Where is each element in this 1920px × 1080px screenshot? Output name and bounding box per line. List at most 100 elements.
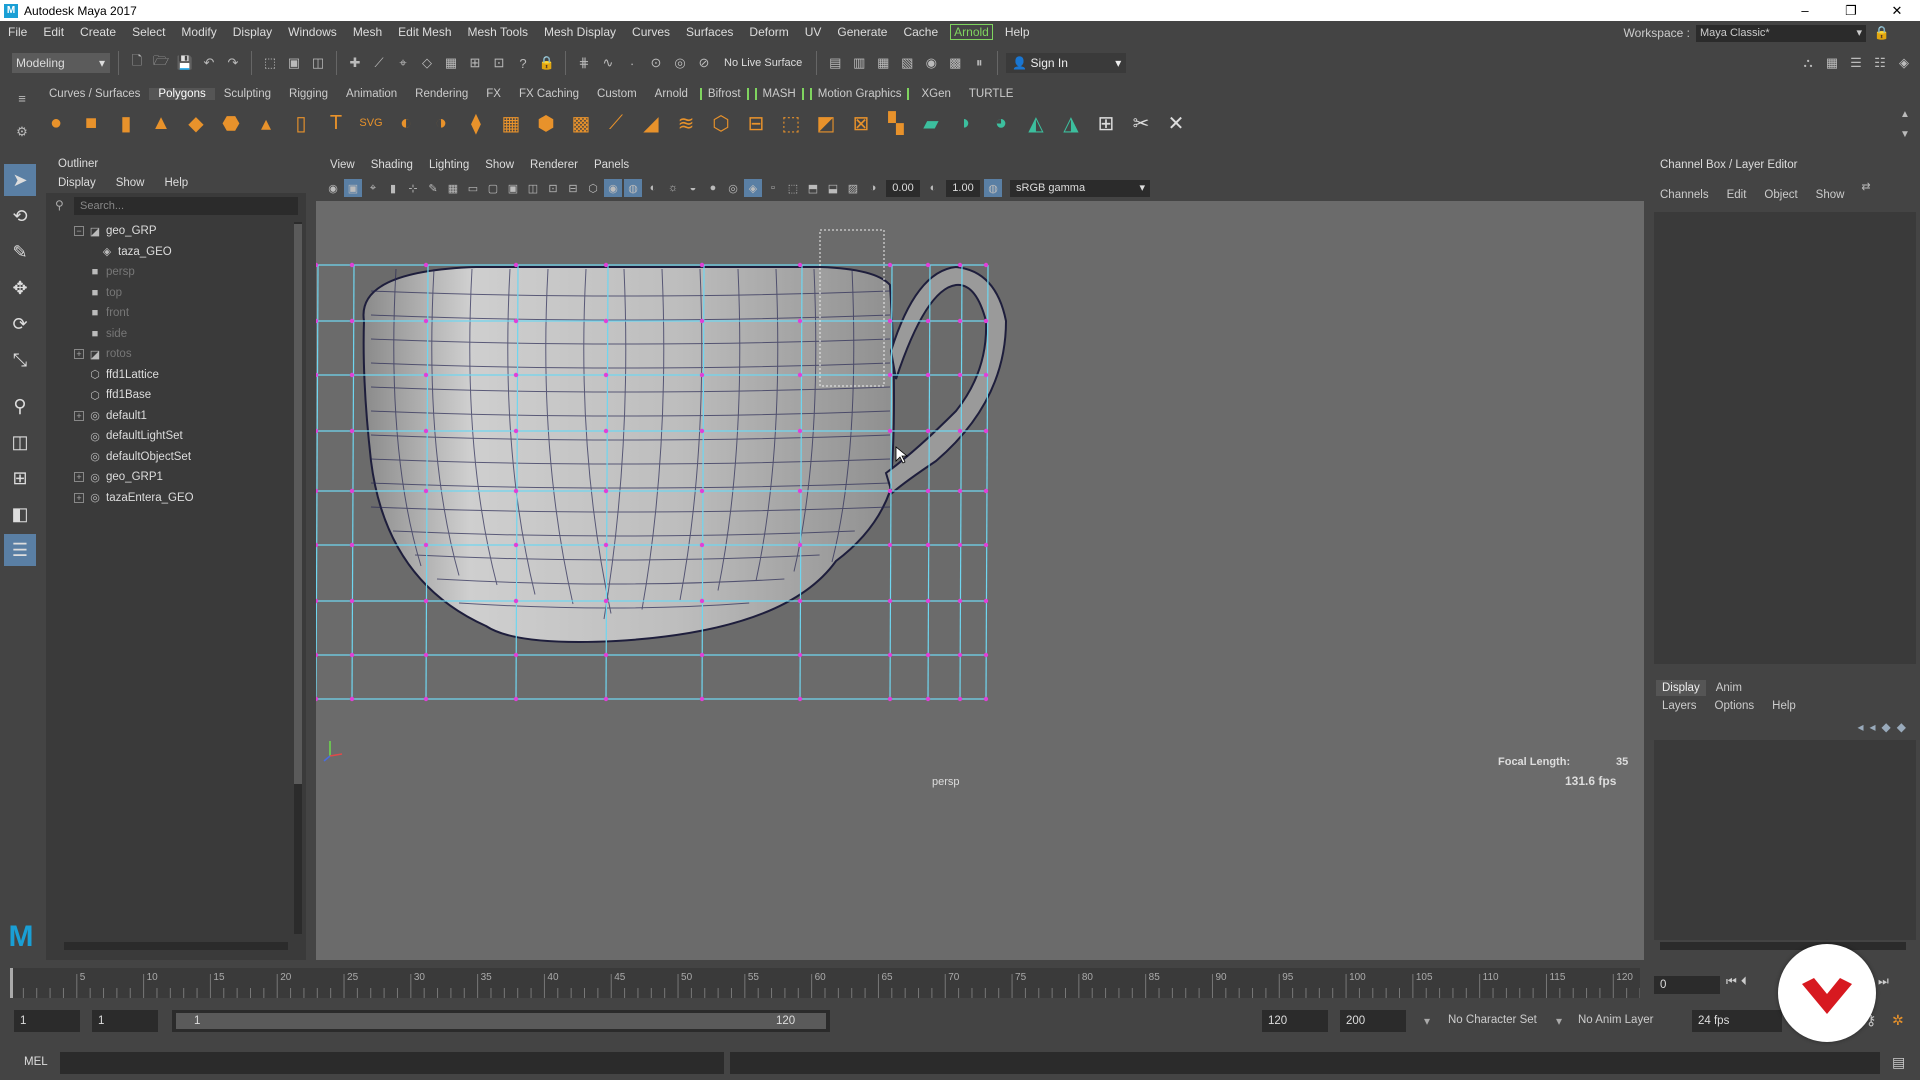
view-transform-select[interactable]: sRGB gamma	[1010, 179, 1150, 197]
outliner-item[interactable]: ◎ defaultLightSet	[46, 426, 306, 447]
show-manipulator-icon[interactable]: ⚲	[4, 390, 36, 422]
two-view-icon[interactable]: ◧	[4, 498, 36, 530]
exposure-field[interactable]: 0.00	[886, 179, 920, 197]
mask-icon[interactable]: ⌖	[393, 53, 413, 73]
outliner-item[interactable]: ⬡ ffd1Base	[46, 385, 306, 406]
move-layer-up-icon[interactable]: ◂	[1857, 720, 1863, 734]
shelf-tab-rigging[interactable]: Rigging	[280, 88, 337, 100]
shelf-tab-polygons[interactable]: Polygons	[149, 88, 215, 100]
layer-editor-icon[interactable]: ◈	[1894, 53, 1914, 73]
menu-arnold[interactable]: Arnold	[950, 24, 993, 40]
time-slider-track[interactable]: 5 10 15 20 25 30 35 40 45 50 55 60 65 70 75 80 85 90 95 100…	[10, 968, 1641, 998]
poly-torus-icon[interactable]: ⬣	[215, 107, 247, 139]
mask-icon[interactable]: ⟋	[369, 53, 389, 73]
tool-settings-icon[interactable]: ☰	[1846, 53, 1866, 73]
animation-end-field[interactable]: 200	[1340, 1010, 1406, 1032]
shelf-menu-icon[interactable]: ≡	[12, 88, 32, 108]
grease-pencil-icon[interactable]: ✎	[424, 179, 442, 197]
resolution-gate-icon[interactable]: ▢	[484, 179, 502, 197]
shelf-tab-animation[interactable]: Animation	[337, 88, 406, 100]
minimize-button[interactable]: –	[1782, 0, 1828, 21]
restore-button[interactable]: ❐	[1828, 0, 1874, 21]
expand-toggle-icon[interactable]: +	[74, 492, 84, 503]
poly-text-icon[interactable]: T	[320, 107, 352, 139]
mirror-icon[interactable]: ⧫	[460, 107, 492, 139]
channel-menu-edit[interactable]: Edit	[1727, 189, 1747, 201]
poly-plane-icon[interactable]: ◆	[180, 107, 212, 139]
shelf-tab-motion-graphics[interactable]: Motion Graphics	[809, 88, 910, 100]
fill-hole-icon[interactable]: ⬡	[705, 107, 737, 139]
viewport-menu-panels[interactable]: Panels	[586, 155, 637, 175]
select-object-icon[interactable]: ▣	[284, 53, 304, 73]
poly-cylinder-icon[interactable]: ▮	[110, 107, 142, 139]
menu-windows[interactable]: Windows	[280, 25, 345, 39]
menu-edit[interactable]: Edit	[35, 25, 72, 39]
shelf-scroll-down-icon[interactable]: ▼	[1895, 124, 1915, 144]
four-view-icon[interactable]: ⊞	[4, 462, 36, 494]
rotate-tool-icon[interactable]: ⟳	[4, 308, 36, 340]
lock-selection-icon[interactable]: 🔒	[537, 53, 557, 73]
arnold-render-icon[interactable]: ▩	[945, 53, 965, 73]
shelf-tab-xgen[interactable]: XGen	[912, 88, 959, 100]
lasso-tool-icon[interactable]: ⟲	[4, 200, 36, 232]
outliner-item[interactable]: ■ front	[46, 303, 306, 324]
checker-icon[interactable]: ⊞	[1090, 107, 1122, 139]
redo-icon[interactable]: ↷	[223, 53, 243, 73]
connect-icon[interactable]: ◩	[810, 107, 842, 139]
channel-menu-show[interactable]: Show	[1816, 189, 1845, 201]
outliner-item[interactable]: − ◪ geo_GRP	[46, 221, 306, 242]
viewport-menu-shading[interactable]: Shading	[363, 155, 421, 175]
outliner-layout-icon[interactable]: ☰	[4, 534, 36, 566]
character-set-select[interactable]: No Character Set	[1448, 1014, 1537, 1026]
outliner-menu-display[interactable]: Display	[58, 173, 96, 193]
gamma-icon[interactable]: ◐	[924, 179, 942, 197]
bevel-icon[interactable]: ◢	[635, 107, 667, 139]
command-input[interactable]	[60, 1052, 724, 1074]
mask-icon[interactable]: ◇	[417, 53, 437, 73]
shelf-settings-icon[interactable]: ⚙	[12, 122, 32, 142]
color-management-icon[interactable]: ◍	[984, 179, 1002, 197]
layer-tab-display[interactable]: Display	[1656, 680, 1706, 696]
shelf-tab-fx[interactable]: FX	[477, 88, 510, 100]
camera-attributes-icon[interactable]: ▣	[344, 179, 362, 197]
outliner-search-input[interactable]: Search...	[74, 197, 298, 215]
close-button[interactable]: ✕	[1874, 0, 1920, 21]
snap-point-icon[interactable]: ∙	[622, 53, 642, 73]
arnold-ipr-icon[interactable]: ⏸	[969, 53, 989, 73]
menu-curves[interactable]: Curves	[624, 25, 678, 39]
snap-grid-icon[interactable]: ⋕	[574, 53, 594, 73]
insert-edge-loop-icon[interactable]: ▚	[880, 107, 912, 139]
anim-layer-select[interactable]: No Anim Layer	[1578, 1014, 1653, 1026]
go-to-end-icon[interactable]: ⏭	[1878, 974, 1889, 989]
textured-icon[interactable]: ◐	[644, 179, 662, 197]
screen-space-ao-icon[interactable]: ●	[704, 179, 722, 197]
ipr-icon[interactable]: ▦	[873, 53, 893, 73]
sew-uv-icon[interactable]: ✕	[1160, 107, 1192, 139]
safe-title-icon[interactable]: ⊟	[564, 179, 582, 197]
viewport-canvas[interactable]: Focal Length: 35 persp 131.6 fps	[313, 201, 1644, 960]
hypershade-icon[interactable]: ◉	[921, 53, 941, 73]
menu-create[interactable]: Create	[72, 25, 124, 39]
scale-tool-icon[interactable]: ⤡	[4, 344, 36, 376]
shelf-tab-arnold[interactable]: Arnold	[646, 88, 697, 100]
outliner-item[interactable]: ■ persp	[46, 262, 306, 283]
menu-mesh-display[interactable]: Mesh Display	[536, 25, 624, 39]
character-set-dropdown-icon[interactable]: ▾	[1424, 1014, 1430, 1028]
image-plane-icon[interactable]: ▮	[384, 179, 402, 197]
outliner-item[interactable]: + ◎ tazaEntera_GEO	[46, 488, 306, 509]
menu-help[interactable]: Help	[997, 25, 1038, 39]
planar-uv-icon[interactable]: ▰	[915, 107, 947, 139]
expand-toggle-icon[interactable]: +	[74, 410, 84, 421]
poly-pyramid-icon[interactable]: ▴	[250, 107, 282, 139]
render-settings-icon[interactable]: ▧	[897, 53, 917, 73]
preferences-icon[interactable]: ✲	[1892, 1012, 1904, 1029]
go-to-start-icon[interactable]: ⏮	[1726, 974, 1737, 989]
layer-tab-anim[interactable]: Anim	[1710, 680, 1748, 696]
shelf-tab-bifrost[interactable]: Bifrost	[699, 88, 749, 100]
new-scene-icon[interactable]: 🗋	[127, 53, 147, 73]
outliner-item[interactable]: ■ top	[46, 283, 306, 304]
mask-icon[interactable]: ▦	[441, 53, 461, 73]
target-weld-icon[interactable]: ⬚	[775, 107, 807, 139]
mel-label[interactable]: MEL	[24, 1056, 48, 1068]
move-tool-icon[interactable]: ✥	[4, 272, 36, 304]
